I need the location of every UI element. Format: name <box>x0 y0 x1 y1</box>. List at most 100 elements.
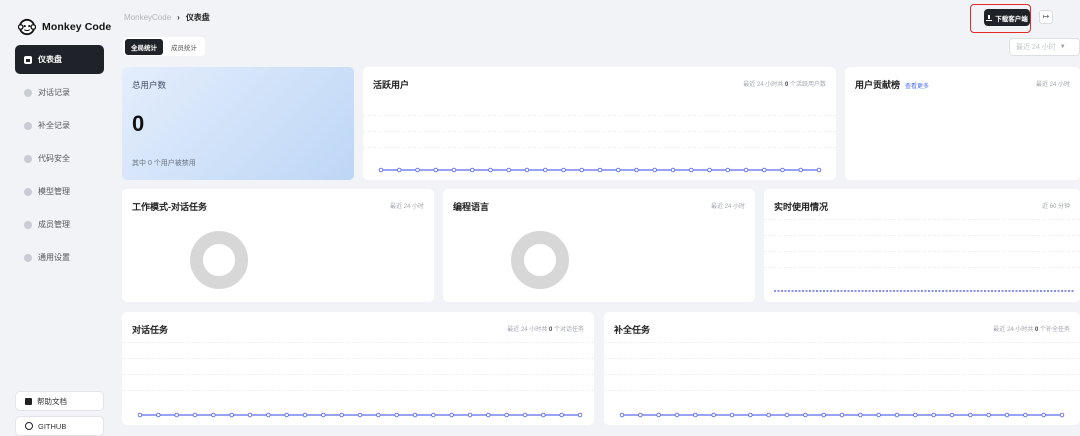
active-users-meta: 最近 24 小时共 0 个活跃用户数 <box>743 82 826 88</box>
work-mode-donut <box>190 231 248 289</box>
languages-title: 编程语言 <box>453 202 490 212</box>
active_users-point <box>524 167 530 173</box>
realtime-meta: 近 60 分钟 <box>1041 204 1070 210</box>
github-label: GITHUB <box>38 421 67 431</box>
active-users-card: 活跃用户 最近 24 小时共 0 个活跃用户数 <box>363 67 836 180</box>
chat-tasks-card: 对话任务 最近 24 小时共 0 个对话任务 <box>122 312 594 425</box>
active_users-point <box>780 167 785 173</box>
sidebar-item-settings[interactable]: 通用设置 <box>15 243 104 272</box>
completion_tasks-point <box>711 412 716 418</box>
completion_tasks-point <box>913 412 918 418</box>
completion_tasks-point <box>821 412 826 418</box>
gear-icon <box>24 253 32 262</box>
chat_tasks-point <box>559 412 564 418</box>
chevron-down-icon: ▼ <box>1059 44 1066 50</box>
app-logo[interactable]: Monkey Code <box>18 18 111 36</box>
completion_tasks-point <box>968 412 973 418</box>
sidebar-item-label: 成员管理 <box>38 220 70 229</box>
active_users-point <box>561 167 566 173</box>
completion_tasks-point <box>766 412 771 418</box>
completion-tasks-chart <box>619 412 1065 418</box>
completion_tasks-point <box>638 412 643 418</box>
active_users-point <box>469 167 475 173</box>
completion_tasks-point <box>1004 412 1010 418</box>
chat-tasks-title: 对话任务 <box>132 325 169 335</box>
total-users-card: 总用户数 0 其中 0 个用户被禁用 <box>122 67 354 180</box>
github-icon <box>25 422 33 430</box>
chat_tasks-point <box>302 412 308 418</box>
sidebar-item-label: 代码安全 <box>38 154 70 163</box>
breadcrumb: MonkeyCode › 仪表盘 <box>124 12 210 23</box>
active_users-point <box>634 167 639 173</box>
languages-card: 编程语言 最近 24 小时 <box>443 189 755 302</box>
completion-tasks-meta: 最近 24 小时共 0 个补全任务 <box>993 327 1070 333</box>
model-icon <box>24 187 32 196</box>
chat_tasks-point <box>339 412 344 418</box>
total-users-label: 总用户数 <box>132 80 167 90</box>
chat_tasks-point <box>266 412 271 418</box>
completion_tasks-point <box>1023 412 1028 418</box>
sidebar-item-models[interactable]: 模型管理 <box>15 177 104 206</box>
languages-donut <box>511 231 569 289</box>
dashboard-icon <box>24 55 32 64</box>
completion-tasks-card: 补全任务 最近 24 小时共 0 个补全任务 <box>604 312 1080 425</box>
view-more-link[interactable]: 查看更多 <box>905 84 929 90</box>
sidebar-item-members[interactable]: 成员管理 <box>15 210 104 239</box>
sidebar-item-dashboard[interactable]: 仪表盘 <box>15 45 104 74</box>
active_users-point <box>415 167 420 173</box>
active_users-point <box>816 167 822 173</box>
chat_tasks-point <box>577 412 583 418</box>
active_users-point <box>689 167 694 173</box>
completion_tasks-point <box>729 412 735 418</box>
active_users-point <box>506 167 511 173</box>
download-client-button[interactable]: 下载客户端 <box>984 9 1030 26</box>
active_users-point <box>579 167 584 173</box>
sidebar-item-label: 仪表盘 <box>38 55 62 64</box>
sidebar: Monkey Code 仪表盘 对话记录 补全记录 代码安全 模型管理 成员管理 <box>0 0 114 436</box>
tab-member-stats[interactable]: 成员统计 <box>165 39 203 55</box>
active_users-point <box>433 167 439 173</box>
contribution-title: 用户贡献榜 查看更多 <box>855 80 930 90</box>
sidebar-item-completion-records[interactable]: 补全记录 <box>15 111 104 140</box>
active_users-point <box>378 167 384 173</box>
active_users-point <box>542 167 548 173</box>
help-docs-button[interactable]: 帮助文档 <box>15 391 104 411</box>
chat-tasks-meta: 最近 24 小时共 0 个对话任务 <box>507 327 584 333</box>
completion_tasks-point <box>803 412 808 418</box>
logout-button[interactable]: ↦ <box>1039 10 1053 24</box>
work-mode-title: 工作模式-对话任务 <box>132 202 207 212</box>
sidebar-item-label: 对话记录 <box>38 88 70 97</box>
time-range-select[interactable]: 最近 24 小时 ▼ <box>1009 38 1080 56</box>
sidebar-item-chat-records[interactable]: 对话记录 <box>15 78 104 107</box>
disabled-users-note: 其中 0 个用户被禁用 <box>132 160 196 167</box>
chat_tasks-point <box>192 412 198 418</box>
active_users-point <box>451 167 457 173</box>
chat_tasks-point <box>431 412 436 418</box>
chat_tasks-point <box>522 412 528 418</box>
chat_tasks-point <box>449 412 454 418</box>
breadcrumb-root[interactable]: MonkeyCode <box>124 13 171 22</box>
completion_tasks-point <box>876 412 881 418</box>
sidebar-item-code-security[interactable]: 代码安全 <box>15 144 104 173</box>
tab-global-stats[interactable]: 全局统计 <box>125 38 163 55</box>
chat_tasks-point <box>156 412 161 418</box>
chat_tasks-point <box>229 412 234 418</box>
active_users-point <box>652 167 658 173</box>
users-icon <box>24 220 32 229</box>
work-mode-meta: 最近 24 小时 <box>389 204 424 210</box>
active_users-point <box>725 167 731 173</box>
sidebar-item-label: 模型管理 <box>38 187 70 196</box>
chat-icon <box>24 88 32 97</box>
completion_tasks-point <box>693 412 698 418</box>
chat_tasks-point <box>321 412 326 418</box>
completion_tasks-point <box>619 412 625 418</box>
chat_tasks-point <box>174 412 179 418</box>
book-icon <box>25 397 32 405</box>
active_users-point <box>397 167 402 173</box>
github-button[interactable]: GITHUB <box>15 416 104 436</box>
active_users-point <box>488 167 493 173</box>
logout-icon: ↦ <box>1042 12 1050 21</box>
chat_tasks-point <box>211 412 216 418</box>
shield-icon <box>24 154 32 163</box>
completion_tasks-point <box>748 412 753 418</box>
